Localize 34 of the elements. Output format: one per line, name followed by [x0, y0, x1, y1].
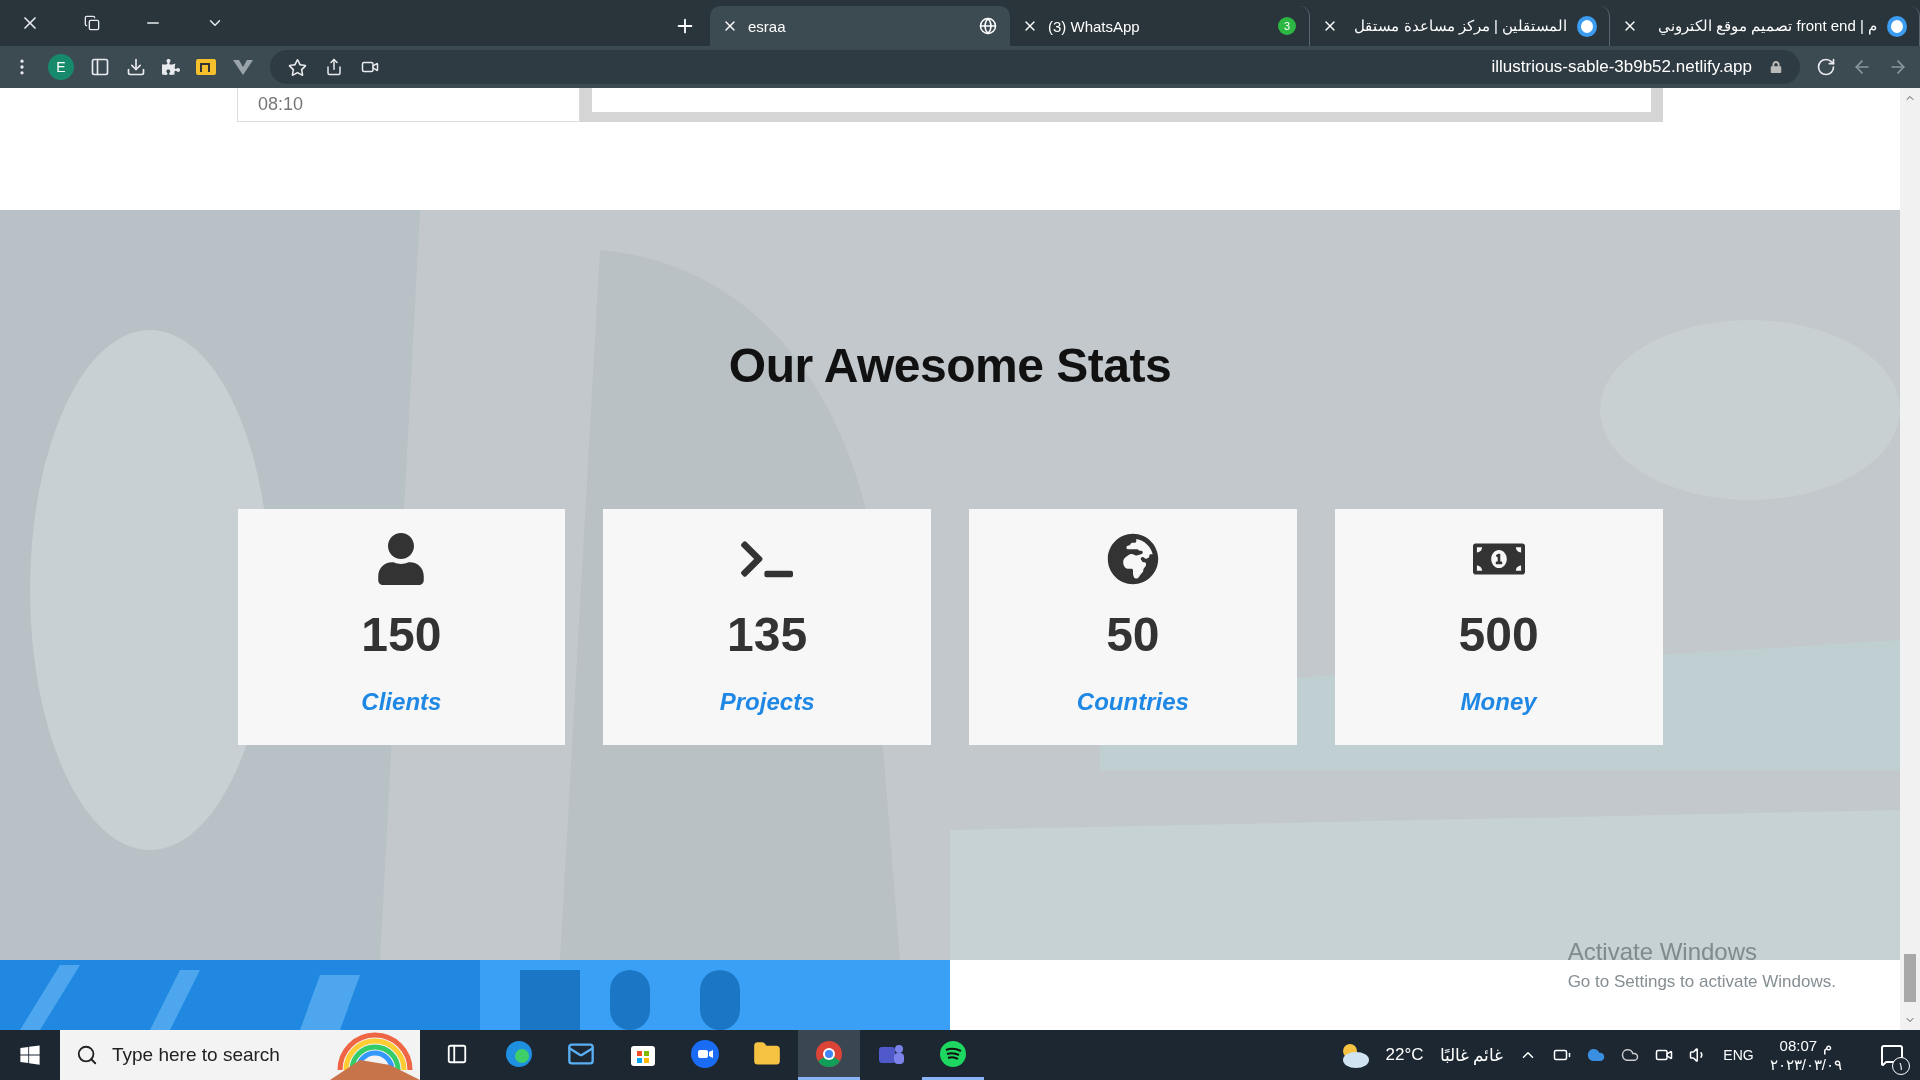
scrollbar[interactable]	[1900, 88, 1920, 1030]
time-text: 08:10	[237, 88, 580, 122]
lock-icon	[1770, 61, 1782, 73]
scrollbar-thumb[interactable]	[1904, 954, 1916, 1002]
restore-icon[interactable]	[84, 15, 100, 31]
side-panel-icon[interactable]	[90, 57, 110, 77]
share-icon[interactable]	[325, 58, 343, 76]
clock-period[interactable]: م	[1823, 1036, 1833, 1055]
extension-icon[interactable]	[196, 59, 216, 75]
site-icon	[1887, 15, 1907, 37]
cloud-icon[interactable]	[1587, 1046, 1606, 1064]
address-bar[interactable]: illustrious-sable-3b9b52.netlify.app	[1491, 57, 1752, 77]
download-icon[interactable]	[126, 57, 146, 77]
activation-message: Go to Settings to activate Windows.	[1567, 972, 1836, 992]
star-icon[interactable]	[288, 57, 307, 77]
site-icon	[1577, 15, 1597, 37]
clock-time[interactable]: 08:07	[1779, 1036, 1818, 1055]
extensions-icon[interactable]	[162, 58, 180, 76]
search-field[interactable]: Type here to search	[60, 1030, 420, 1080]
rainbow-icon[interactable]	[330, 1030, 420, 1080]
chrome-icon[interactable]	[798, 1030, 860, 1080]
clock-date[interactable]: ٢٠٢٣/٠٣/٠٩	[1769, 1055, 1842, 1074]
notification-badge: 3	[1278, 17, 1296, 35]
browser-tab[interactable]: esraa	[710, 6, 1010, 46]
start-icon[interactable]	[19, 1044, 41, 1066]
v-icon[interactable]	[232, 58, 254, 76]
globe-icon	[979, 17, 997, 35]
notification-count: ١	[1892, 1057, 1910, 1075]
search-icon	[76, 1044, 98, 1066]
temperature-text: 22°C	[1385, 1045, 1424, 1065]
profile-avatar[interactable]: E	[48, 54, 74, 80]
language-indicator[interactable]: ENG	[1723, 1047, 1754, 1063]
weather-text: غائم غالبًا	[1439, 1044, 1504, 1066]
reload-icon[interactable]	[1816, 57, 1836, 77]
